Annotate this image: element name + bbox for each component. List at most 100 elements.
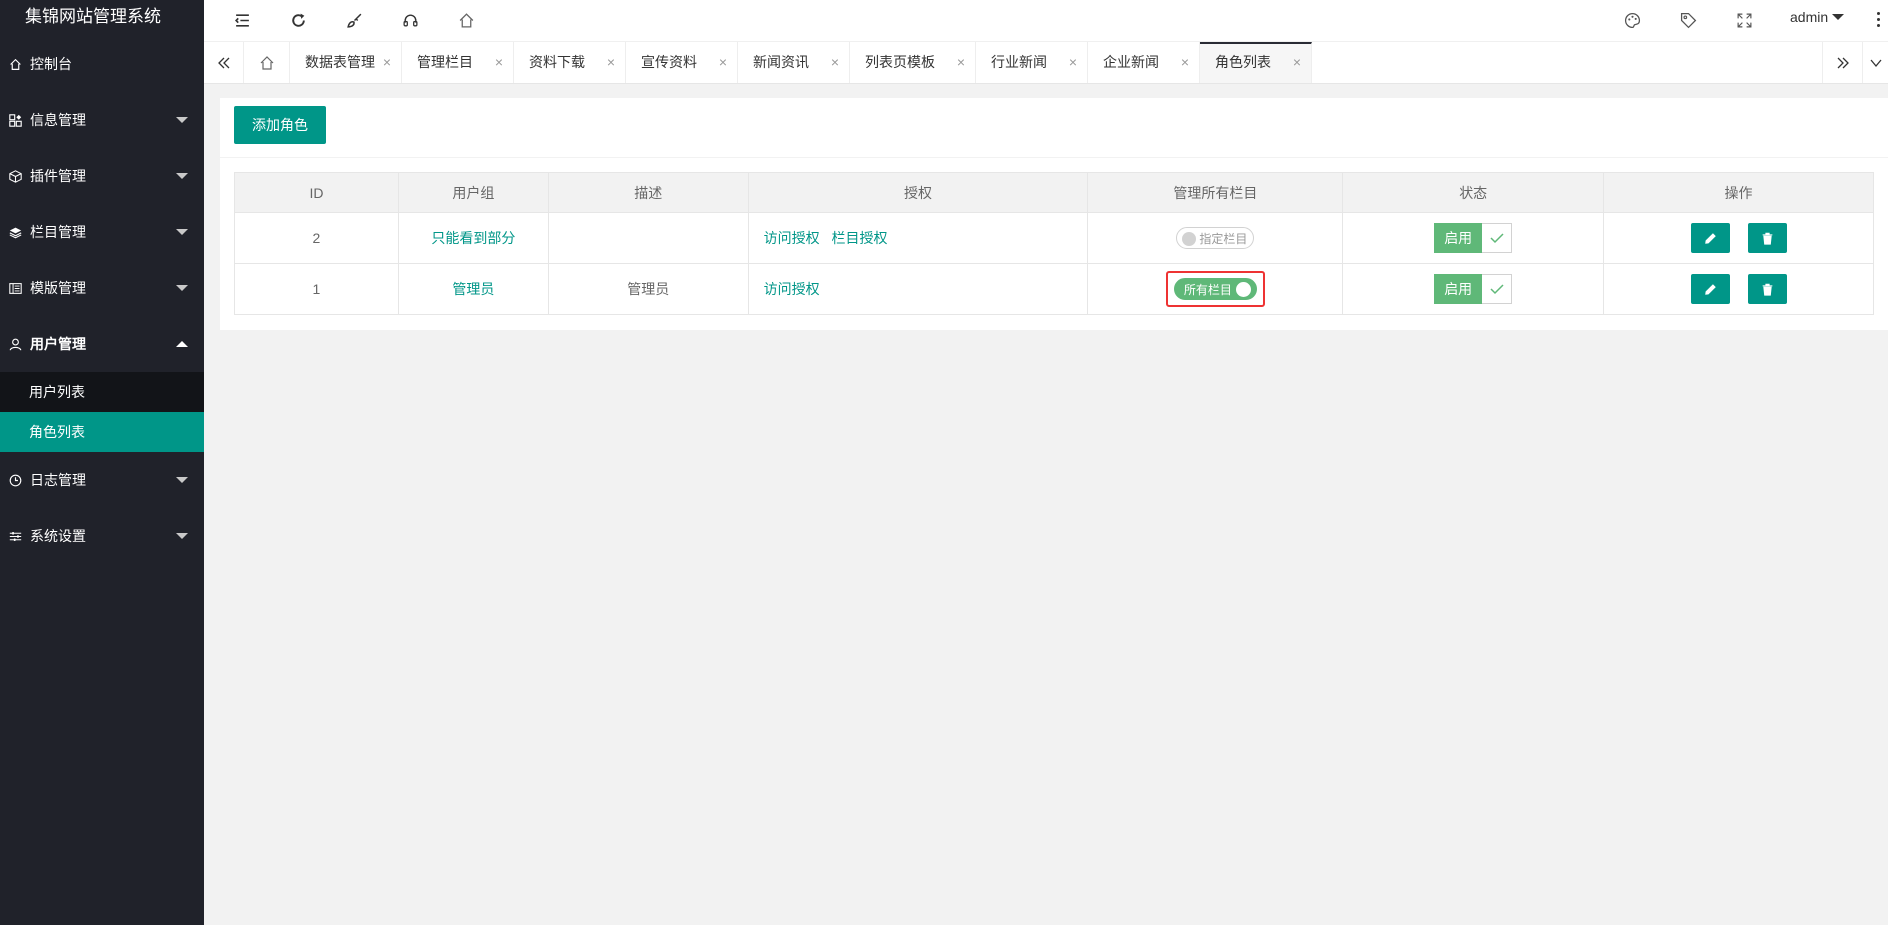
close-icon[interactable]: × [1069,42,1077,83]
add-role-button[interactable]: 添加角色 [234,106,326,144]
sidebar-item-label: 日志管理 [30,472,86,488]
cell-actions [1603,212,1874,264]
sidebar-item-label: 栏目管理 [30,224,86,240]
close-icon[interactable]: × [719,42,727,83]
fullscreen-icon[interactable] [1734,10,1754,30]
user-menu[interactable]: admin [1790,9,1845,25]
cell-auth: 访问授权 [747,263,1089,315]
tab-company-news[interactable]: 企业新闻 × [1088,42,1200,83]
chevron-down-icon [176,173,188,179]
sidebar-item-plugins[interactable]: 插件管理 [0,148,204,204]
check-icon [1482,274,1513,304]
column-header-all-columns: 管理所有栏目 [1087,172,1344,213]
cell-group: 管理员 [397,263,549,315]
column-header-group: 用户组 [397,172,549,213]
sidebar-item-info[interactable]: 信息管理 [0,92,204,148]
toggle-label: 指定栏目 [1199,231,1248,246]
sidebar-subitem-role-list[interactable]: 角色列表 [0,412,204,452]
trash-icon [1762,283,1772,296]
app-logo-title: 集锦网站管理系统 [25,7,161,26]
home-icon[interactable] [456,10,476,30]
sidebar-item-users[interactable]: 用户管理 [0,316,204,372]
clock-icon [8,473,22,487]
sidebar-item-logs[interactable]: 日志管理 [0,452,204,508]
chevron-down-icon [176,533,188,539]
sidebar-subitem-user-list[interactable]: 用户列表 [0,372,204,412]
close-icon[interactable]: × [1293,44,1301,81]
group-link[interactable]: 管理员 [452,281,494,297]
tab-role-list[interactable]: 角色列表 × [1200,42,1312,83]
close-icon[interactable]: × [1181,42,1189,83]
tab-industry-news[interactable]: 行业新闻 × [976,42,1088,83]
status-checkbox[interactable]: 启用 [1434,223,1513,253]
delete-button[interactable] [1747,274,1787,304]
table-row: 1 管理员 管理员 访问授权 所有栏目 启用 [234,263,1874,315]
chevron-down-icon [176,285,188,291]
theme-icon[interactable] [1622,10,1642,30]
close-icon[interactable]: × [607,42,615,83]
close-icon[interactable]: × [957,42,965,83]
username: admin [1790,9,1829,25]
chevron-up-icon [176,341,188,347]
tab-label: 新闻资讯 [753,54,809,70]
edit-button[interactable] [1690,274,1730,304]
status-label: 启用 [1434,223,1483,253]
sidebar-item-templates[interactable]: 模版管理 [0,260,204,316]
tab-home-icon[interactable] [244,42,290,83]
toggle-knob [1235,282,1251,297]
access-auth-link[interactable]: 访问授权 [764,281,820,297]
sidebar-item-dashboard[interactable]: 控制台 [0,36,204,92]
top-header: admin [204,0,1888,42]
tab-scroll-left-icon[interactable] [204,42,244,83]
status-checkbox[interactable]: 启用 [1434,274,1513,304]
tab-news[interactable]: 新闻资讯 × [738,42,850,83]
tab-data-tables[interactable]: 数据表管理 × [290,42,402,83]
tab-manage-columns[interactable]: 管理栏目 × [402,42,514,83]
all-columns-toggle[interactable]: 所有栏目 [1173,278,1257,300]
column-auth-link[interactable]: 栏目授权 [832,230,888,246]
close-icon[interactable]: × [383,42,391,83]
tab-downloads[interactable]: 资料下载 × [514,42,626,83]
cell-id: 1 [234,263,399,315]
tag-icon[interactable] [1678,10,1698,30]
sidebar-subnav-users: 用户列表 角色列表 [0,372,204,452]
close-icon[interactable]: × [831,42,839,83]
tab-menu-chevron-icon[interactable] [1862,42,1888,83]
template-icon [8,281,22,295]
tab-promo-materials[interactable]: 宣传资料 × [626,42,738,83]
table-header-row: ID 用户组 描述 授权 管理所有栏目 状态 操作 [234,172,1874,213]
toggle-label: 所有栏目 [1183,282,1232,297]
cell-id: 2 [234,212,399,264]
sidebar-item-label: 信息管理 [30,112,86,128]
tab-scroll-right-icon[interactable] [1822,42,1862,83]
user-icon [8,337,22,351]
pencil-icon [1704,283,1716,295]
cell-status: 启用 [1342,263,1605,315]
status-label: 启用 [1434,274,1483,304]
sidebar-item-label: 用户管理 [30,336,86,352]
cell-auth: 访问授权 栏目授权 [747,212,1089,264]
close-icon[interactable]: × [495,42,503,83]
access-auth-link[interactable]: 访问授权 [764,230,820,246]
sidebar-item-columns[interactable]: 栏目管理 [0,204,204,260]
brush-icon[interactable] [344,10,364,30]
sidebar-item-settings[interactable]: 系统设置 [0,508,204,564]
toggle-knob [1182,232,1197,246]
tab-label: 宣传资料 [641,54,697,70]
tab-list-template[interactable]: 列表页模板 × [850,42,976,83]
refresh-icon[interactable] [288,10,308,30]
menu-shrink-icon[interactable] [232,10,252,30]
headset-icon[interactable] [400,10,420,30]
chevron-down-icon [176,117,188,123]
edit-button[interactable] [1690,223,1730,253]
more-vertical-icon[interactable] [1877,12,1881,30]
group-link[interactable]: 只能看到部分 [431,230,515,246]
sidebar-item-label: 系统设置 [30,528,86,544]
cell-actions [1603,263,1874,315]
delete-button[interactable] [1747,223,1787,253]
cell-status: 启用 [1342,212,1605,264]
all-columns-toggle[interactable]: 指定栏目 [1176,227,1255,249]
highlight-box: 所有栏目 [1165,271,1265,307]
tab-label: 角色列表 [1215,54,1271,70]
table-row: 2 只能看到部分 访问授权 栏目授权 指定栏目 启用 [234,212,1874,264]
